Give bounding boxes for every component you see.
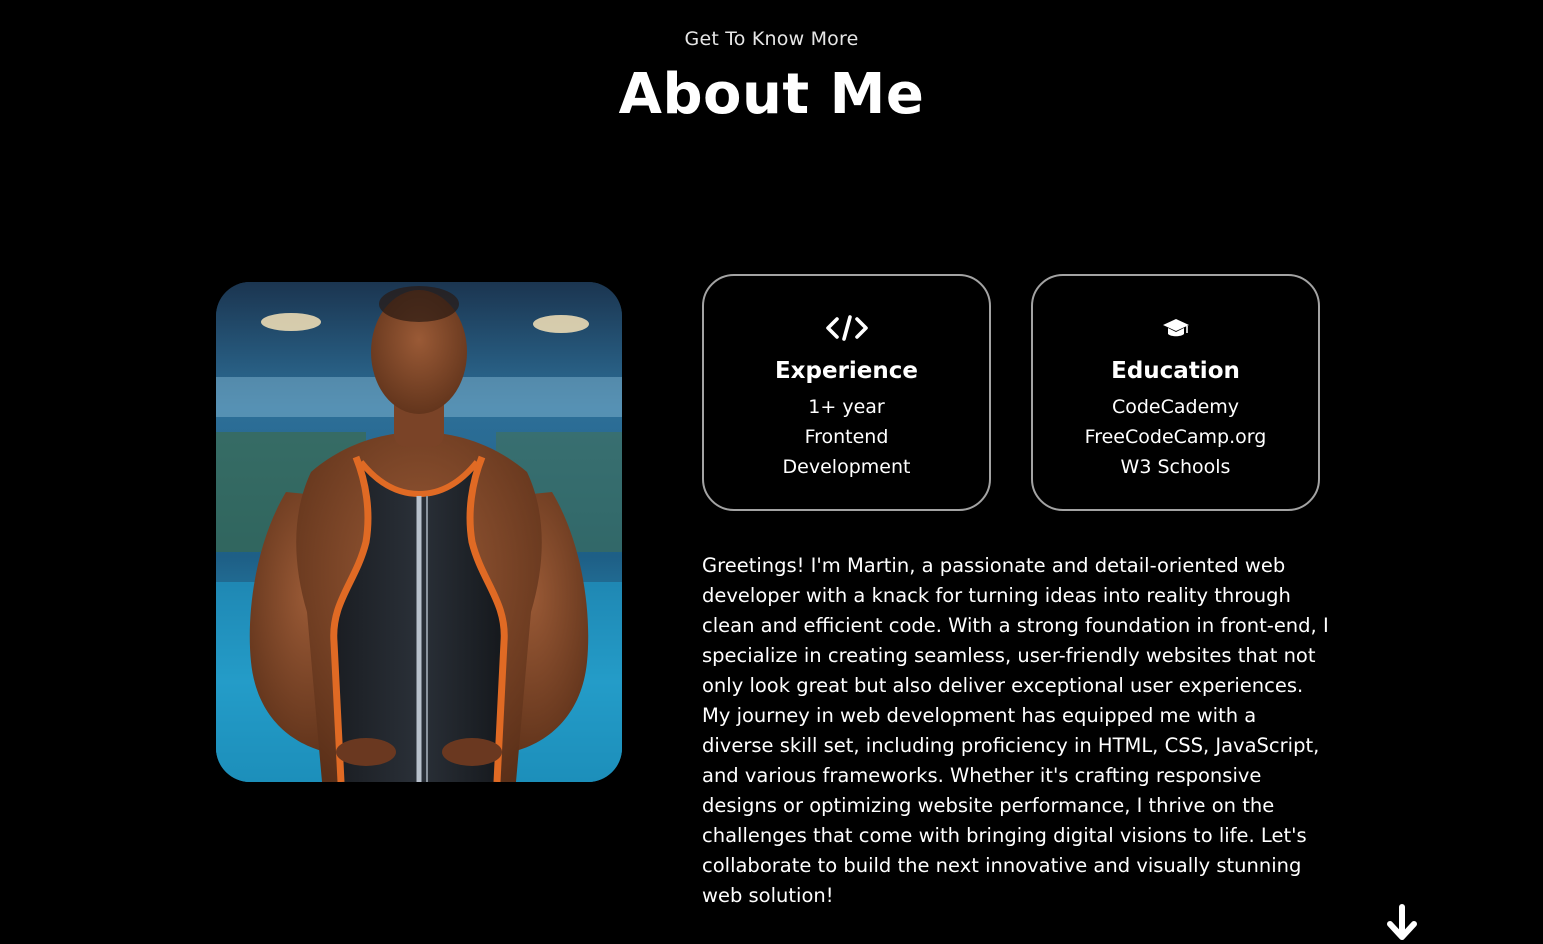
arrow-down-icon[interactable] xyxy=(1384,902,1420,944)
education-line: CodeCademy xyxy=(1111,396,1240,418)
education-card: Education CodeCademy FreeCodeCamp.org W3… xyxy=(1031,274,1320,511)
code-icon xyxy=(704,314,989,342)
bio-paragraph: Greetings! I'm Martin, a passionate and … xyxy=(702,554,1329,907)
experience-line: Frontend xyxy=(804,426,889,448)
graduation-cap-icon xyxy=(1033,314,1318,342)
profile-photo xyxy=(216,282,622,782)
experience-title: Experience xyxy=(774,358,919,384)
about-section: Get To Know More About Me Experience 1+ … xyxy=(0,0,1543,944)
section-title: About Me xyxy=(618,62,925,127)
profile-photo-illustration xyxy=(216,282,622,782)
experience-line: 1+ year xyxy=(808,396,885,418)
education-title: Education xyxy=(1111,358,1240,384)
education-details: CodeCademy FreeCodeCamp.org W3 Schools xyxy=(1033,392,1318,482)
experience-line: Development xyxy=(782,456,911,478)
education-line: W3 Schools xyxy=(1120,456,1231,478)
experience-card: Experience 1+ year Frontend Development xyxy=(702,274,991,511)
experience-details: 1+ year Frontend Development xyxy=(704,392,989,482)
education-line: FreeCodeCamp.org xyxy=(1084,426,1267,448)
section-eyebrow: Get To Know More xyxy=(684,28,859,50)
